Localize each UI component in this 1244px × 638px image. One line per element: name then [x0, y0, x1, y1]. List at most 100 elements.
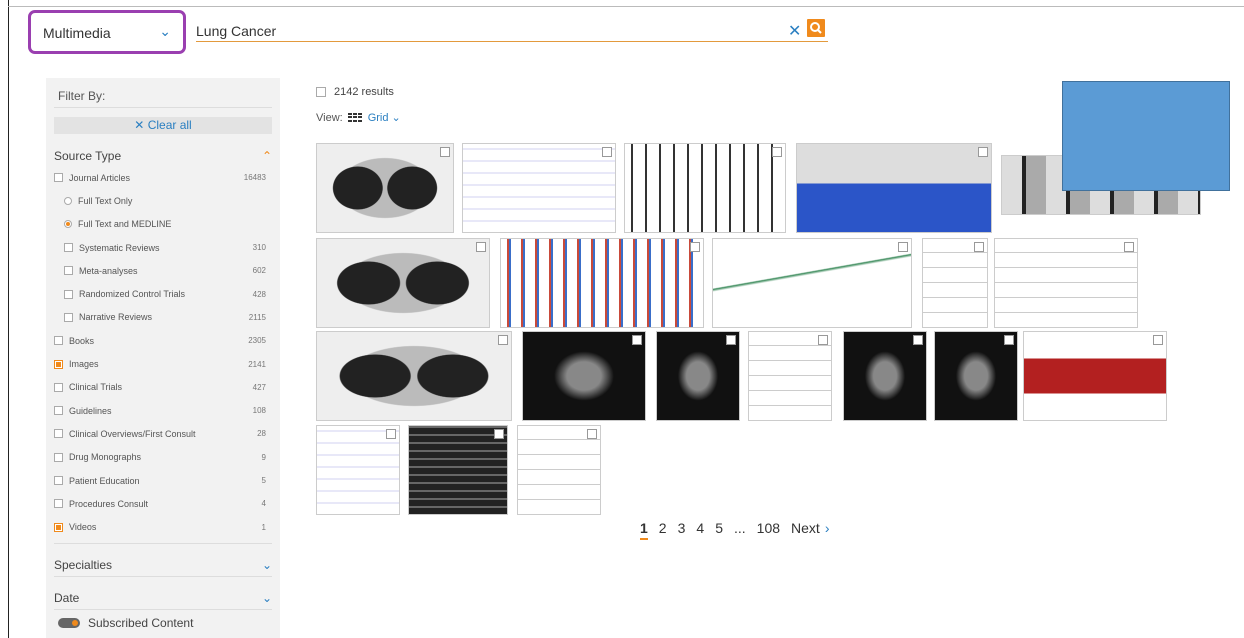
image-result-thumbnail[interactable] — [748, 331, 832, 421]
checkbox[interactable] — [64, 289, 73, 299]
filter-by-heading: Filter By: — [54, 78, 272, 108]
thumbnail-select-checkbox[interactable] — [386, 429, 396, 439]
image-result-thumbnail[interactable] — [522, 331, 646, 421]
clear-all-button[interactable]: ✕ Clear all — [54, 117, 272, 134]
filter-option-label: Systematic Reviews — [79, 242, 160, 253]
filter-option[interactable]: Videos 1 — [54, 515, 272, 538]
thumbnail-select-checkbox[interactable] — [498, 335, 508, 345]
image-result-thumbnail[interactable] — [316, 238, 490, 328]
page-link[interactable]: 1 — [640, 520, 648, 540]
checkbox[interactable] — [54, 429, 63, 439]
filter-option[interactable]: Books 2305 — [54, 329, 272, 352]
filter-option[interactable]: Procedures Consult 4 — [54, 492, 272, 515]
thumbnail-select-checkbox[interactable] — [772, 147, 782, 157]
thumbnail-select-checkbox[interactable] — [818, 335, 828, 345]
image-result-thumbnail[interactable] — [517, 425, 601, 515]
filter-option[interactable]: Journal Articles 16483 — [54, 166, 272, 189]
image-result-thumbnail[interactable] — [462, 143, 616, 233]
page-link[interactable]: 3 — [678, 520, 686, 540]
image-result-thumbnail[interactable] — [316, 331, 512, 421]
select-all-checkbox[interactable] — [316, 87, 326, 97]
filter-option-count: 602 — [252, 266, 266, 276]
thumbnail-select-checkbox[interactable] — [978, 147, 988, 157]
thumbnail-select-checkbox[interactable] — [476, 242, 486, 252]
image-result-thumbnail[interactable] — [500, 238, 704, 328]
filter-option[interactable]: Clinical Overviews/First Consult 28 — [54, 422, 272, 445]
checkbox[interactable] — [54, 173, 63, 183]
category-dropdown[interactable]: Multimedia ⌄ — [28, 10, 186, 54]
radio-button[interactable] — [64, 220, 72, 229]
checkbox[interactable] — [54, 359, 63, 369]
thumbnail-select-checkbox[interactable] — [913, 335, 923, 345]
clear-search-icon[interactable]: ✕ — [788, 21, 801, 41]
filter-option[interactable]: Clinical Trials 427 — [54, 376, 272, 399]
thumbnail-select-checkbox[interactable] — [494, 429, 504, 439]
results-count-label: 2142 results — [334, 86, 394, 98]
page-link[interactable]: 5 — [715, 520, 723, 540]
filter-option[interactable]: Drug Monographs 9 — [54, 446, 272, 469]
thumbnail-select-checkbox[interactable] — [726, 335, 736, 345]
next-page-button[interactable]: Next — [791, 520, 820, 540]
checkbox[interactable] — [54, 452, 63, 462]
date-header[interactable]: Date ⌄ — [54, 575, 272, 609]
filter-option[interactable]: Full Text Only — [54, 189, 272, 212]
filter-option[interactable]: Patient Education 5 — [54, 469, 272, 492]
thumbnail-select-checkbox[interactable] — [632, 335, 642, 345]
filter-option[interactable]: Systematic Reviews 310 — [54, 236, 272, 259]
filter-option[interactable]: Randomized Control Trials 428 — [54, 282, 272, 305]
filter-option-label: Meta-analyses — [79, 265, 138, 276]
thumbnail-select-checkbox[interactable] — [602, 147, 612, 157]
image-result-thumbnail[interactable] — [624, 143, 786, 233]
subscribed-content-row: Subscribed Content — [54, 608, 272, 630]
thumbnail-select-checkbox[interactable] — [1153, 335, 1163, 345]
image-result-thumbnail[interactable] — [934, 331, 1018, 421]
image-result-thumbnail[interactable] — [656, 331, 740, 421]
pagination: 1 2 3 4 5 ... 108 Next › — [640, 520, 829, 540]
thumbnail-select-checkbox[interactable] — [1124, 242, 1134, 252]
thumbnail-select-checkbox[interactable] — [974, 242, 984, 252]
filter-option-label: Full Text and MEDLINE — [78, 219, 172, 230]
filter-option[interactable]: Images 2141 — [54, 352, 272, 375]
filter-option[interactable]: Narrative Reviews 2115 — [54, 306, 272, 329]
thumbnail-select-checkbox[interactable] — [690, 242, 700, 252]
checkbox[interactable] — [54, 406, 63, 416]
checkbox[interactable] — [64, 266, 73, 276]
checkbox[interactable] — [54, 476, 63, 485]
thumbnail-select-checkbox[interactable] — [898, 242, 908, 252]
page-link[interactable]: 4 — [696, 520, 704, 540]
source-type-header[interactable]: Source Type ⌃ — [54, 146, 272, 166]
thumbnail-select-checkbox[interactable] — [587, 429, 597, 439]
view-mode-dropdown[interactable]: Grid ⌄ — [368, 111, 401, 124]
radio-button[interactable] — [64, 196, 72, 205]
checkbox[interactable] — [54, 382, 63, 392]
image-result-thumbnail[interactable] — [922, 238, 988, 328]
page-link[interactable]: 108 — [757, 520, 780, 540]
image-result-thumbnail[interactable] — [994, 238, 1138, 328]
checkbox[interactable] — [64, 243, 73, 253]
image-result-thumbnail[interactable] — [316, 143, 454, 233]
checkbox[interactable] — [64, 312, 73, 322]
thumbnail-select-checkbox[interactable] — [440, 147, 450, 157]
subscribed-content-toggle[interactable] — [58, 617, 80, 628]
checkbox[interactable] — [54, 522, 63, 532]
image-result-thumbnail[interactable] — [712, 238, 912, 328]
specialties-header[interactable]: Specialties ⌄ — [54, 542, 272, 576]
search-input[interactable] — [196, 20, 828, 42]
search-button[interactable] — [807, 19, 825, 37]
chevron-right-icon[interactable]: › — [825, 520, 830, 540]
checkbox[interactable] — [54, 499, 63, 509]
image-result-thumbnail[interactable] — [843, 331, 927, 421]
checkbox[interactable] — [54, 336, 63, 346]
image-result-thumbnail[interactable] — [796, 143, 992, 233]
filter-option-label: Books — [69, 335, 95, 346]
thumbnail-select-checkbox[interactable] — [1004, 335, 1014, 345]
page-link[interactable]: 2 — [659, 520, 667, 540]
filter-option[interactable]: Meta-analyses 602 — [54, 259, 272, 282]
filter-option-label: Clinical Overviews/First Consult — [69, 428, 196, 439]
image-result-thumbnail[interactable] — [408, 425, 508, 515]
image-result-thumbnail[interactable] — [316, 425, 400, 515]
filter-option[interactable]: Full Text and MEDLINE — [54, 213, 272, 236]
filter-option[interactable]: Guidelines 108 — [54, 399, 272, 422]
image-result-thumbnail[interactable] — [1023, 331, 1167, 421]
filter-option-count: 16483 — [243, 173, 266, 183]
